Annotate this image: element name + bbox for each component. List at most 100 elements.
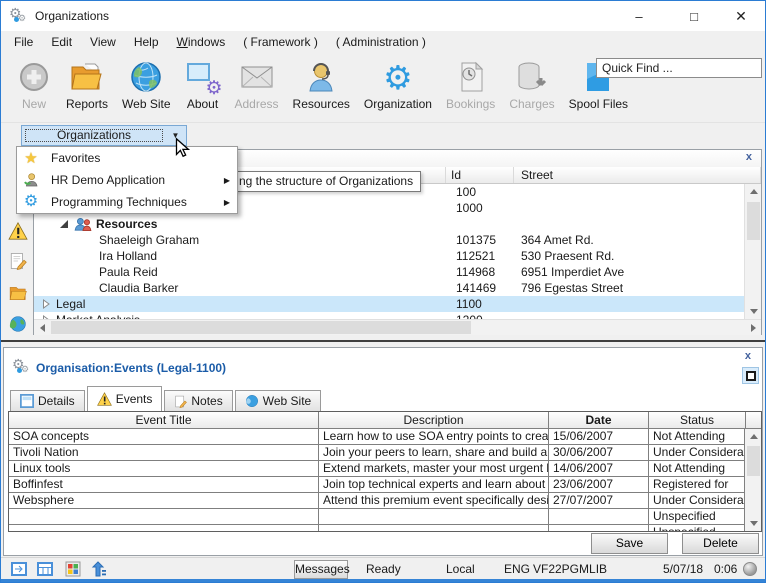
scrollbar-thumb[interactable] bbox=[51, 321, 471, 334]
charges-button: Charges bbox=[502, 58, 561, 112]
scroll-up-icon[interactable] bbox=[745, 429, 762, 444]
column-header-date[interactable]: Date bbox=[549, 412, 649, 429]
web-site-button[interactable]: Web Site bbox=[115, 58, 177, 112]
menu-item-favorites[interactable]: ★ Favorites bbox=[17, 147, 237, 169]
tree-collapsed-icon[interactable] bbox=[41, 299, 51, 309]
folder-icon[interactable] bbox=[8, 283, 28, 303]
column-header-event-title[interactable]: Event Title bbox=[9, 412, 319, 429]
delete-button[interactable]: Delete bbox=[682, 533, 759, 554]
warning-icon bbox=[97, 392, 112, 406]
table-row[interactable]: Unspecified bbox=[9, 525, 744, 531]
menu-bar: File Edit View Help Windows ( Framework … bbox=[1, 31, 765, 53]
grid-icon[interactable] bbox=[37, 561, 53, 577]
window-bottom-edge bbox=[1, 579, 765, 582]
reports-button[interactable]: Reports bbox=[59, 58, 115, 112]
person-icon bbox=[17, 172, 45, 188]
tab-web-site[interactable]: Web Site bbox=[235, 390, 321, 411]
views-dropdown-button[interactable]: Organizations ▼ bbox=[21, 125, 187, 146]
maximize-panel-icon[interactable] bbox=[742, 367, 759, 384]
tree-vertical-scrollbar[interactable] bbox=[744, 184, 761, 319]
database-arrow-icon bbox=[514, 59, 550, 95]
table-row[interactable]: Unspecified bbox=[9, 509, 744, 525]
column-header-street[interactable]: Street bbox=[514, 167, 761, 183]
tab-notes[interactable]: Notes bbox=[164, 390, 232, 411]
table-row[interactable]: SOA conceptsLearn how to use SOA entry p… bbox=[9, 429, 744, 445]
scrollbar-thumb[interactable] bbox=[747, 446, 760, 476]
status-date: 5/07/18 bbox=[663, 562, 703, 576]
menu-framework[interactable]: ( Framework ) bbox=[234, 33, 327, 51]
close-button[interactable]: ✕ bbox=[725, 1, 757, 31]
resources-button[interactable]: Resources bbox=[286, 58, 357, 112]
menu-edit[interactable]: Edit bbox=[42, 33, 81, 51]
sort-up-icon[interactable] bbox=[91, 561, 107, 577]
address-button: Address bbox=[228, 58, 286, 112]
mouse-cursor bbox=[171, 137, 193, 162]
messages-button[interactable]: Messages bbox=[294, 560, 348, 579]
scroll-right-icon[interactable] bbox=[745, 320, 761, 336]
submenu-arrow-icon: ▶ bbox=[217, 176, 237, 185]
menu-help[interactable]: Help bbox=[125, 33, 168, 51]
tab-events[interactable]: Events bbox=[87, 386, 163, 411]
about-button[interactable]: ⚙ About bbox=[178, 58, 228, 112]
scroll-up-icon[interactable] bbox=[745, 184, 761, 199]
table-row[interactable]: Market Analysis 1200 bbox=[34, 312, 744, 319]
table-row[interactable]: BoffinfestJoin top technical experts and… bbox=[9, 477, 744, 493]
panel-gears-icon: ⚙⚙ bbox=[12, 358, 32, 376]
maximize-button[interactable]: □ bbox=[678, 1, 710, 31]
warning-icon[interactable] bbox=[8, 221, 28, 241]
table-row[interactable]: Resources bbox=[34, 216, 744, 232]
close-icon[interactable]: x bbox=[742, 150, 756, 164]
menu-view[interactable]: View bbox=[81, 33, 125, 51]
submenu-arrow-icon: ▶ bbox=[217, 198, 237, 207]
status-language: ENG bbox=[504, 562, 530, 576]
tab-details[interactable]: Details bbox=[10, 390, 85, 411]
status-state: Ready bbox=[366, 562, 401, 576]
column-header-status[interactable]: Status bbox=[649, 412, 746, 429]
save-button[interactable]: Save bbox=[591, 533, 668, 554]
table-row[interactable]: Tivoli NationJoin your peers to learn, s… bbox=[9, 445, 744, 461]
tree-horizontal-scrollbar[interactable] bbox=[34, 319, 761, 335]
note-pencil-icon bbox=[174, 395, 187, 408]
menu-item-programming-techniques[interactable]: ⚙ Programming Techniques ▶ bbox=[17, 191, 237, 213]
menu-item-hr-demo-application[interactable]: HR Demo Application ▶ bbox=[17, 169, 237, 191]
column-header-description[interactable]: Description bbox=[319, 412, 549, 429]
quick-find-input[interactable] bbox=[596, 58, 762, 78]
events-vertical-scrollbar[interactable] bbox=[744, 429, 761, 531]
table-row[interactable]: WebsphereAttend this premium event speci… bbox=[9, 493, 744, 509]
globe-icon bbox=[245, 394, 259, 408]
panel-splitter[interactable] bbox=[1, 336, 765, 347]
table-row[interactable]: Linux toolsExtend markets, master your m… bbox=[9, 461, 744, 477]
tooltip: ng the structure of Organizations bbox=[231, 171, 421, 192]
table-row[interactable]: Paula Reid 114968 6951 Imperdiet Ave bbox=[34, 264, 744, 280]
table-row[interactable]: Ira Holland 112521 530 Praesent Rd. bbox=[34, 248, 744, 264]
envelope-icon bbox=[239, 59, 275, 95]
table-row-selected[interactable]: Legal 1100 bbox=[34, 296, 744, 312]
scroll-down-icon[interactable] bbox=[745, 304, 761, 319]
title-bar: ⚙⚙ Organizations – □ ✕ bbox=[1, 1, 765, 31]
status-bar: Messages Ready Local ENG VF22PGMLIB 5/07… bbox=[1, 557, 765, 580]
scroll-left-icon[interactable] bbox=[34, 320, 50, 336]
palette-icon[interactable] bbox=[65, 561, 81, 577]
tree-expanded-icon[interactable] bbox=[59, 219, 69, 229]
scroll-down-icon[interactable] bbox=[745, 516, 762, 531]
status-time: 0:06 bbox=[714, 562, 737, 576]
app-gears-icon: ⚙⚙ bbox=[9, 7, 29, 25]
app-window: ⚙⚙ Organizations – □ ✕ File Edit View He… bbox=[0, 0, 766, 583]
menu-windows[interactable]: Windows bbox=[168, 33, 235, 51]
scrollbar-thumb[interactable] bbox=[747, 202, 760, 240]
organization-button[interactable]: ⚙ Organization bbox=[357, 58, 439, 112]
events-table-header: Event Title Description Date Status bbox=[9, 412, 761, 429]
minimize-button[interactable]: – bbox=[623, 1, 655, 31]
close-icon[interactable]: x bbox=[741, 349, 755, 363]
menu-administration[interactable]: ( Administration ) bbox=[327, 33, 435, 51]
status-library: VF22PGMLIB bbox=[533, 562, 607, 576]
gear-icon: ⚙ bbox=[380, 59, 416, 95]
table-row[interactable]: Claudia Barker 141469 796 Egestas Street bbox=[34, 280, 744, 296]
window-switch-icon[interactable] bbox=[11, 561, 27, 577]
globe-icon[interactable] bbox=[8, 314, 28, 334]
globe-icon bbox=[128, 59, 164, 95]
column-header-id[interactable]: Id bbox=[446, 167, 514, 183]
table-row[interactable]: Shaeleigh Graham 101375 364 Amet Rd. bbox=[34, 232, 744, 248]
menu-file[interactable]: File bbox=[5, 33, 42, 51]
note-pencil-icon[interactable] bbox=[8, 251, 28, 271]
